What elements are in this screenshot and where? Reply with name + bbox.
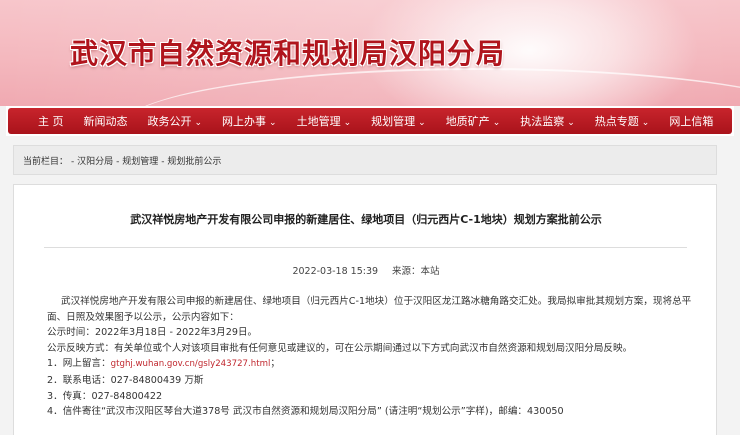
chevron-down-icon: ⌄ bbox=[492, 118, 501, 128]
nav-item-news[interactable]: 新闻动态 bbox=[74, 113, 138, 129]
breadcrumb-prefix: 当前栏目： bbox=[23, 156, 69, 167]
nav-item-label: 新闻动态 bbox=[83, 115, 128, 128]
breadcrumb-item-branch[interactable]: - 汉阳分局 bbox=[71, 154, 113, 167]
nav-item-home[interactable]: 主 页 bbox=[28, 113, 74, 129]
site-banner: 武汉市自然资源和规划局汉阳分局 bbox=[0, 0, 740, 106]
chevron-down-icon: ⌄ bbox=[343, 118, 352, 128]
nav-item-label: 地质矿产 bbox=[445, 115, 490, 128]
contact-online-suffix: ； bbox=[270, 358, 280, 370]
breadcrumb-item-notice[interactable]: - 规划批前公示 bbox=[161, 154, 221, 167]
notice-period: 公示时间：2022年3月18日 - 2022年3月29日。 bbox=[47, 327, 258, 339]
breadcrumb: 当前栏目： - 汉阳分局 - 规划管理 - 规划批前公示 bbox=[13, 145, 717, 175]
contact-item-fax: 3．传真：027-84800422 bbox=[47, 390, 163, 402]
nav-item-label: 热点专题 bbox=[594, 115, 639, 128]
title-divider bbox=[44, 247, 687, 248]
main-nav-wrapper: 主 页新闻动态 政务公开 ⌄ 网上办事 ⌄ 土地管理 ⌄ 规划管理 ⌄ 地质矿产 ⌄ 执法监察 ⌄ 热点专… bbox=[6, 106, 734, 136]
nav-item-label: 政务公开 bbox=[147, 115, 192, 128]
article-source: 来源：本站 bbox=[392, 266, 440, 277]
chevron-down-icon: ⌄ bbox=[269, 118, 277, 128]
article-panel: 武汉祥悦房地产开发有限公司申报的新建居住、绿地项目（归元西片C-1地块）规划方案… bbox=[13, 184, 717, 435]
nav-item-law-enforcement[interactable]: 执法监察 ⌄ bbox=[510, 113, 585, 129]
nav-item-hot-topics[interactable]: 热点专题 ⌄ bbox=[585, 113, 660, 129]
nav-item-label: 土地管理 bbox=[296, 115, 341, 128]
contact-item-online: 1．网上留言：gtghj.wuhan.gov.cn/gsly243727.htm… bbox=[47, 356, 697, 373]
article-paragraph: 武汉祥悦房地产开发有限公司申报的新建居住、绿地项目（归元西片C-1地块）位于汉阳… bbox=[47, 296, 692, 323]
article-date: 2022-03-18 15:39 bbox=[292, 266, 379, 277]
nav-item-planning-management[interactable]: 规划管理 ⌄ bbox=[361, 113, 436, 129]
nav-item-label: 执法监察 bbox=[520, 115, 565, 128]
article-body: 武汉祥悦房地产开发有限公司申报的新建居住、绿地项目（归元西片C-1地块）位于汉阳… bbox=[47, 294, 697, 420]
nav-item-label: 网上办事 bbox=[222, 115, 267, 128]
chevron-down-icon: ⌄ bbox=[418, 118, 426, 128]
nav-item-label: 主 页 bbox=[38, 115, 64, 128]
chevron-down-icon: ⌄ bbox=[567, 118, 575, 128]
article-title: 武汉祥悦房地产开发有限公司申报的新建居住、绿地项目（归元西片C-1地块）规划方案… bbox=[130, 213, 602, 226]
main-nav: 主 页新闻动态 政务公开 ⌄ 网上办事 ⌄ 土地管理 ⌄ 规划管理 ⌄ 地质矿产 ⌄ 执法监察 ⌄ 热点专… bbox=[8, 108, 732, 134]
contact-online-label: 1．网上留言： bbox=[47, 358, 111, 370]
site-title: 武汉市自然资源和规划局汉阳分局 bbox=[70, 37, 506, 70]
feedback-method: 公示反映方式：有关单位或个人对该项目审批有任何意见或建议的，可在公示期间通过以下… bbox=[47, 342, 633, 354]
nav-item-online-services[interactable]: 网上办事 ⌄ bbox=[212, 113, 287, 129]
chevron-down-icon: ⌄ bbox=[194, 118, 203, 128]
nav-item-label: 规划管理 bbox=[371, 115, 416, 128]
contact-item-mail: 4．信件寄往“武汉市汉阳区琴台大道378号 武汉市自然资源和规划局汉阳分局” (… bbox=[47, 406, 564, 418]
nav-item-land-management[interactable]: 土地管理 ⌄ bbox=[287, 113, 362, 129]
contact-item-phone: 2．联系电话：027-84800439 万斯 bbox=[47, 374, 204, 386]
nav-item-geology-minerals[interactable]: 地质矿产 ⌄ bbox=[436, 113, 511, 129]
breadcrumb-item-planning[interactable]: - 规划管理 bbox=[116, 154, 158, 167]
nav-item-label: 网上信箱 bbox=[669, 115, 714, 128]
chevron-down-icon: ⌄ bbox=[641, 118, 650, 128]
article-meta: 2022-03-18 15:39 来源：本站 bbox=[14, 263, 718, 277]
nav-item-online-mailbox[interactable]: 网上信箱 bbox=[659, 113, 723, 129]
nav-item-gov-affairs[interactable]: 政务公开 ⌄ bbox=[138, 113, 213, 129]
online-message-link[interactable]: gtghj.wuhan.gov.cn/gsly243727.html bbox=[111, 359, 271, 369]
